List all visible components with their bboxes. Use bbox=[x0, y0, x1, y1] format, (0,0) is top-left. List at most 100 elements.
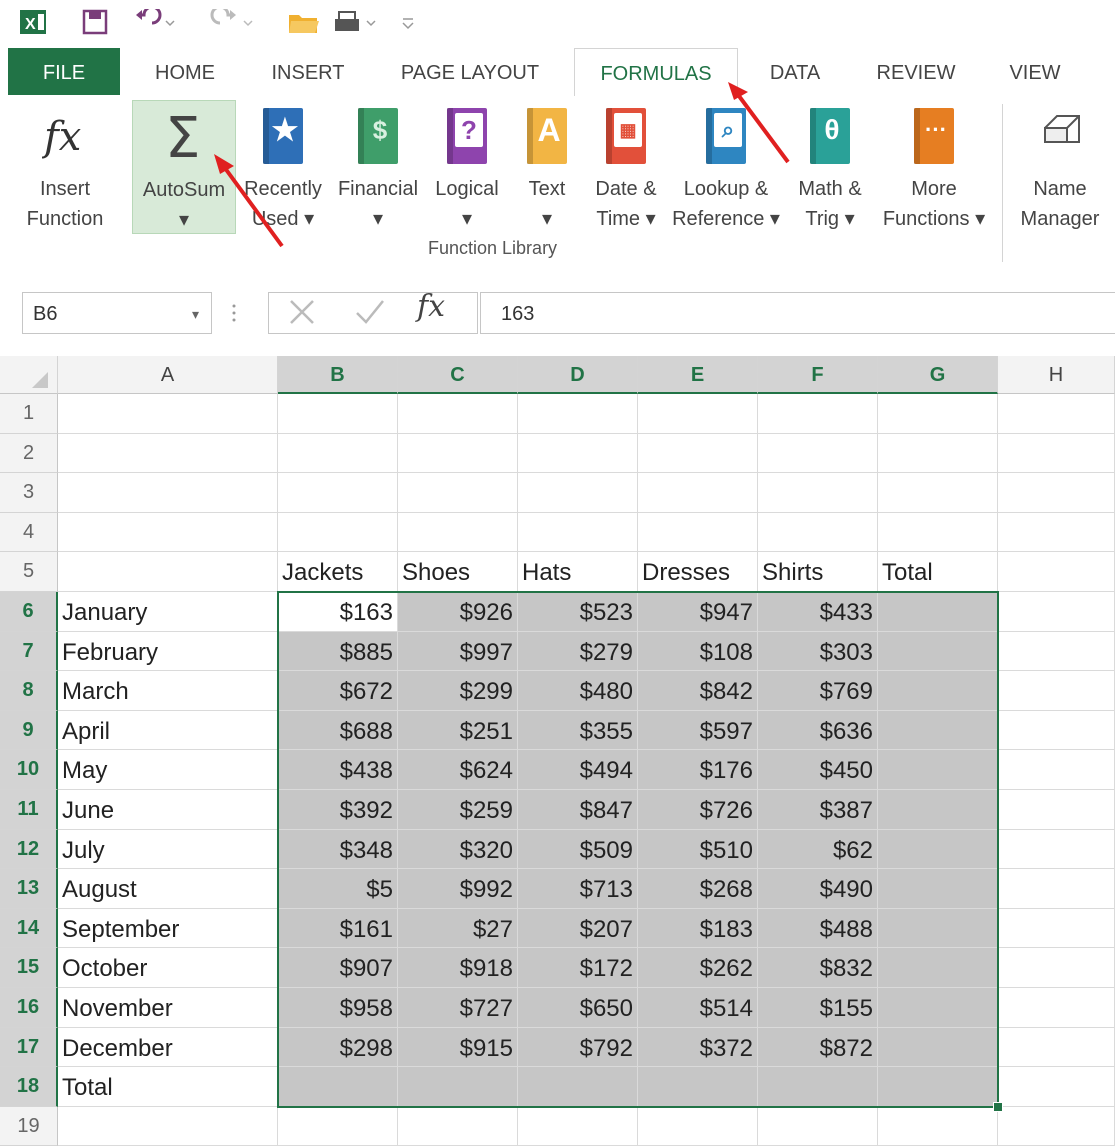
cell-a8[interactable]: March bbox=[58, 671, 278, 711]
cell-a17[interactable]: December bbox=[58, 1027, 278, 1068]
cell-e8[interactable]: $842 bbox=[638, 671, 758, 711]
cell-e14[interactable]: $183 bbox=[638, 908, 758, 949]
cell-d17[interactable]: $792 bbox=[518, 1027, 638, 1068]
cell-c7[interactable]: $997 bbox=[398, 631, 518, 672]
cell-f10[interactable]: $450 bbox=[758, 750, 878, 790]
cell-c10[interactable]: $624 bbox=[398, 750, 518, 790]
cell-b15[interactable]: $907 bbox=[278, 948, 398, 988]
cell-d2[interactable] bbox=[518, 433, 638, 474]
cell-h2[interactable] bbox=[998, 433, 1115, 474]
cell-g4[interactable] bbox=[878, 512, 998, 553]
cell-b19[interactable] bbox=[278, 1106, 398, 1146]
cell-c17[interactable]: $915 bbox=[398, 1027, 518, 1068]
cell-d9[interactable]: $355 bbox=[518, 710, 638, 751]
cell-f2[interactable] bbox=[758, 433, 878, 474]
column-header-a[interactable]: A bbox=[58, 356, 278, 394]
cell-h3[interactable] bbox=[998, 473, 1115, 513]
cell-a2[interactable] bbox=[58, 433, 278, 474]
cell-c14[interactable]: $27 bbox=[398, 908, 518, 949]
cell-e6[interactable]: $947 bbox=[638, 592, 758, 632]
cell-e2[interactable] bbox=[638, 433, 758, 474]
cell-a6[interactable]: January bbox=[58, 592, 278, 632]
row-header-14[interactable]: 14 bbox=[0, 908, 58, 949]
cell-c19[interactable] bbox=[398, 1106, 518, 1146]
cell-b7[interactable]: $885 bbox=[278, 631, 398, 672]
cell-f13[interactable]: $490 bbox=[758, 869, 878, 909]
cell-d13[interactable]: $713 bbox=[518, 869, 638, 909]
column-header-h[interactable]: H bbox=[998, 356, 1115, 394]
row-header-9[interactable]: 9 bbox=[0, 710, 58, 751]
cell-b9[interactable]: $688 bbox=[278, 710, 398, 751]
cell-h17[interactable] bbox=[998, 1027, 1115, 1068]
row-header-15[interactable]: 15 bbox=[0, 948, 58, 988]
cell-h4[interactable] bbox=[998, 512, 1115, 553]
cell-b6[interactable]: $163 bbox=[278, 592, 398, 632]
cell-f15[interactable]: $832 bbox=[758, 948, 878, 988]
cell-d6[interactable]: $523 bbox=[518, 592, 638, 632]
cell-h1[interactable] bbox=[998, 394, 1115, 434]
cell-f12[interactable]: $62 bbox=[758, 829, 878, 870]
cell-f7[interactable]: $303 bbox=[758, 631, 878, 672]
cell-d14[interactable]: $207 bbox=[518, 908, 638, 949]
cell-h16[interactable] bbox=[998, 988, 1115, 1028]
cell-g12[interactable] bbox=[878, 829, 998, 870]
cell-a5[interactable] bbox=[58, 552, 278, 592]
fill-handle[interactable] bbox=[993, 1101, 1003, 1112]
cell-b5[interactable]: Jackets bbox=[278, 552, 398, 592]
cell-e19[interactable] bbox=[638, 1106, 758, 1146]
cell-f3[interactable] bbox=[758, 473, 878, 513]
cell-g14[interactable] bbox=[878, 908, 998, 949]
cell-e13[interactable]: $268 bbox=[638, 869, 758, 909]
cell-g17[interactable] bbox=[878, 1027, 998, 1068]
cell-b3[interactable] bbox=[278, 473, 398, 513]
cell-c12[interactable]: $320 bbox=[398, 829, 518, 870]
cell-d12[interactable]: $509 bbox=[518, 829, 638, 870]
cell-d15[interactable]: $172 bbox=[518, 948, 638, 988]
cell-e17[interactable]: $372 bbox=[638, 1027, 758, 1068]
row-header-1[interactable]: 1 bbox=[0, 394, 58, 434]
enter-check-icon[interactable] bbox=[353, 295, 387, 333]
cell-c13[interactable]: $992 bbox=[398, 869, 518, 909]
cell-c4[interactable] bbox=[398, 512, 518, 553]
row-header-4[interactable]: 4 bbox=[0, 512, 58, 553]
cell-e3[interactable] bbox=[638, 473, 758, 513]
cell-b8[interactable]: $672 bbox=[278, 671, 398, 711]
cell-c5[interactable]: Shoes bbox=[398, 552, 518, 592]
cell-b16[interactable]: $958 bbox=[278, 988, 398, 1028]
cell-g6[interactable] bbox=[878, 592, 998, 632]
cell-h11[interactable] bbox=[998, 790, 1115, 830]
cell-b2[interactable] bbox=[278, 433, 398, 474]
row-header-12[interactable]: 12 bbox=[0, 829, 58, 870]
column-header-e[interactable]: E bbox=[638, 356, 758, 394]
cell-d8[interactable]: $480 bbox=[518, 671, 638, 711]
column-header-b[interactable]: B bbox=[278, 356, 398, 394]
cell-b10[interactable]: $438 bbox=[278, 750, 398, 790]
cell-e1[interactable] bbox=[638, 394, 758, 434]
cell-b17[interactable]: $298 bbox=[278, 1027, 398, 1068]
cell-a16[interactable]: November bbox=[58, 988, 278, 1028]
cell-f16[interactable]: $155 bbox=[758, 988, 878, 1028]
cell-a19[interactable] bbox=[58, 1106, 278, 1146]
cell-c15[interactable]: $918 bbox=[398, 948, 518, 988]
cell-c8[interactable]: $299 bbox=[398, 671, 518, 711]
row-header-7[interactable]: 7 bbox=[0, 631, 58, 672]
row-header-10[interactable]: 10 bbox=[0, 750, 58, 790]
cell-g9[interactable] bbox=[878, 710, 998, 751]
row-header-11[interactable]: 11 bbox=[0, 790, 58, 830]
cell-c16[interactable]: $727 bbox=[398, 988, 518, 1028]
row-header-2[interactable]: 2 bbox=[0, 433, 58, 474]
cell-e10[interactable]: $176 bbox=[638, 750, 758, 790]
row-header-16[interactable]: 16 bbox=[0, 988, 58, 1028]
cell-b18[interactable] bbox=[278, 1067, 398, 1107]
cell-g5[interactable]: Total bbox=[878, 552, 998, 592]
column-header-c[interactable]: C bbox=[398, 356, 518, 394]
cancel-icon[interactable] bbox=[285, 295, 319, 333]
cell-e16[interactable]: $514 bbox=[638, 988, 758, 1028]
cell-e5[interactable]: Dresses bbox=[638, 552, 758, 592]
cell-g19[interactable] bbox=[878, 1106, 998, 1146]
cell-a11[interactable]: June bbox=[58, 790, 278, 830]
row-header-6[interactable]: 6 bbox=[0, 592, 58, 632]
cell-h15[interactable] bbox=[998, 948, 1115, 988]
cell-g16[interactable] bbox=[878, 988, 998, 1028]
column-header-d[interactable]: D bbox=[518, 356, 638, 394]
